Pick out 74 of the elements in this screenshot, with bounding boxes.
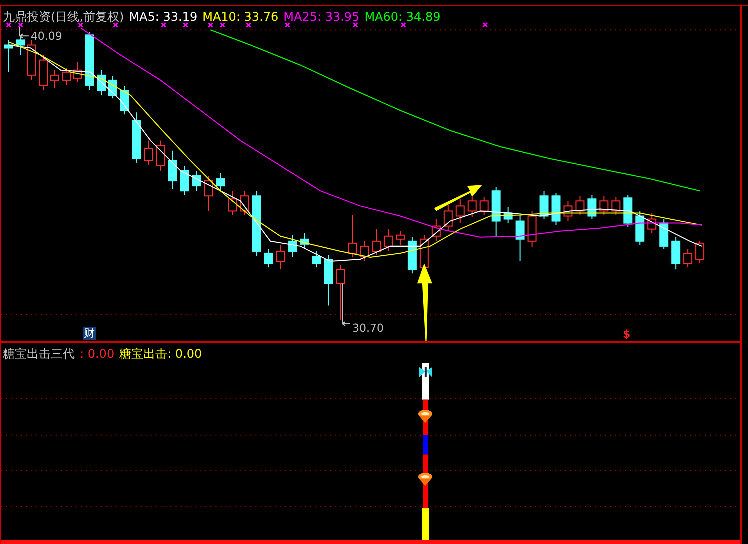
indicator-value: : 0.00	[80, 347, 115, 361]
candlestick	[504, 206, 513, 224]
candlestick	[216, 172, 226, 192]
candlestick	[39, 54, 48, 91]
candlestick	[468, 196, 477, 218]
candlestick	[276, 244, 286, 270]
candlestick	[624, 194, 633, 228]
candlestick	[348, 214, 358, 258]
candlestick	[50, 70, 60, 89]
candlestick	[73, 62, 82, 83]
candlestick	[528, 210, 537, 248]
candlestick	[408, 236, 417, 274]
candlestick	[516, 214, 525, 262]
candlestick	[588, 194, 597, 220]
candlestick	[636, 210, 645, 246]
price-label: 30.70	[352, 322, 384, 335]
candlestick	[432, 218, 441, 242]
candlestick	[648, 212, 657, 234]
candlestick	[156, 140, 166, 172]
candlestick	[192, 170, 202, 192]
candlestick	[252, 190, 262, 257]
candlestick	[312, 250, 322, 268]
candlestick	[456, 198, 465, 224]
candlestick	[288, 234, 298, 258]
candlestick	[660, 218, 669, 250]
candlestick	[360, 240, 369, 262]
chart-title: 九鼎投资(日线,前复权)	[3, 9, 124, 26]
candlestick	[384, 228, 393, 252]
candlestick	[696, 240, 705, 264]
candlestick	[684, 248, 693, 268]
candlestick	[27, 40, 36, 81]
candlestick	[4, 40, 14, 73]
candlestick	[444, 204, 453, 232]
candlestick	[552, 192, 561, 226]
candlestick	[672, 236, 681, 270]
up-arrow-icon	[417, 264, 432, 341]
candlestick	[108, 76, 118, 100]
candlestick	[324, 255, 334, 306]
candlestick	[120, 86, 130, 116]
candlestick	[336, 265, 346, 320]
candlestick	[228, 190, 238, 216]
finance-badge: 财	[83, 327, 96, 340]
candlestick	[540, 190, 549, 220]
indicator-series-label: 糖宝出击: 0.00	[120, 346, 202, 363]
candlestick	[396, 230, 405, 246]
leader-line	[342, 283, 352, 326]
candlestick	[300, 232, 310, 250]
candlestick	[564, 200, 573, 222]
candlestick	[492, 186, 501, 238]
indicator-name: 糖宝出击三代	[3, 346, 75, 363]
candlestick	[600, 196, 609, 216]
leader-line	[19, 26, 30, 39]
moving-average-label: MA10: 33.76	[202, 10, 279, 24]
candlestick	[204, 176, 214, 212]
candlestick	[480, 196, 489, 216]
candlestick	[97, 70, 106, 96]
candlestick	[372, 228, 381, 256]
candlestick	[576, 196, 585, 216]
diagonal-arrow-icon	[434, 185, 482, 212]
candlestick	[62, 68, 72, 86]
moving-average-label: MA5: 33.19	[129, 10, 198, 24]
candlestick	[168, 150, 178, 190]
price-label: 40.09	[30, 30, 62, 44]
candlestick	[240, 190, 250, 216]
signal-mark: $	[623, 329, 631, 341]
candlestick	[144, 140, 154, 166]
candlestick	[132, 112, 142, 164]
candlestick	[612, 196, 621, 216]
moving-average-label: MA60: 34.89	[364, 10, 441, 24]
candlestick	[85, 32, 94, 91]
candlestick	[264, 248, 274, 268]
candlestick	[180, 165, 190, 196]
candlestick	[16, 36, 26, 56]
moving-average-label: MA25: 33.95	[284, 10, 360, 24]
